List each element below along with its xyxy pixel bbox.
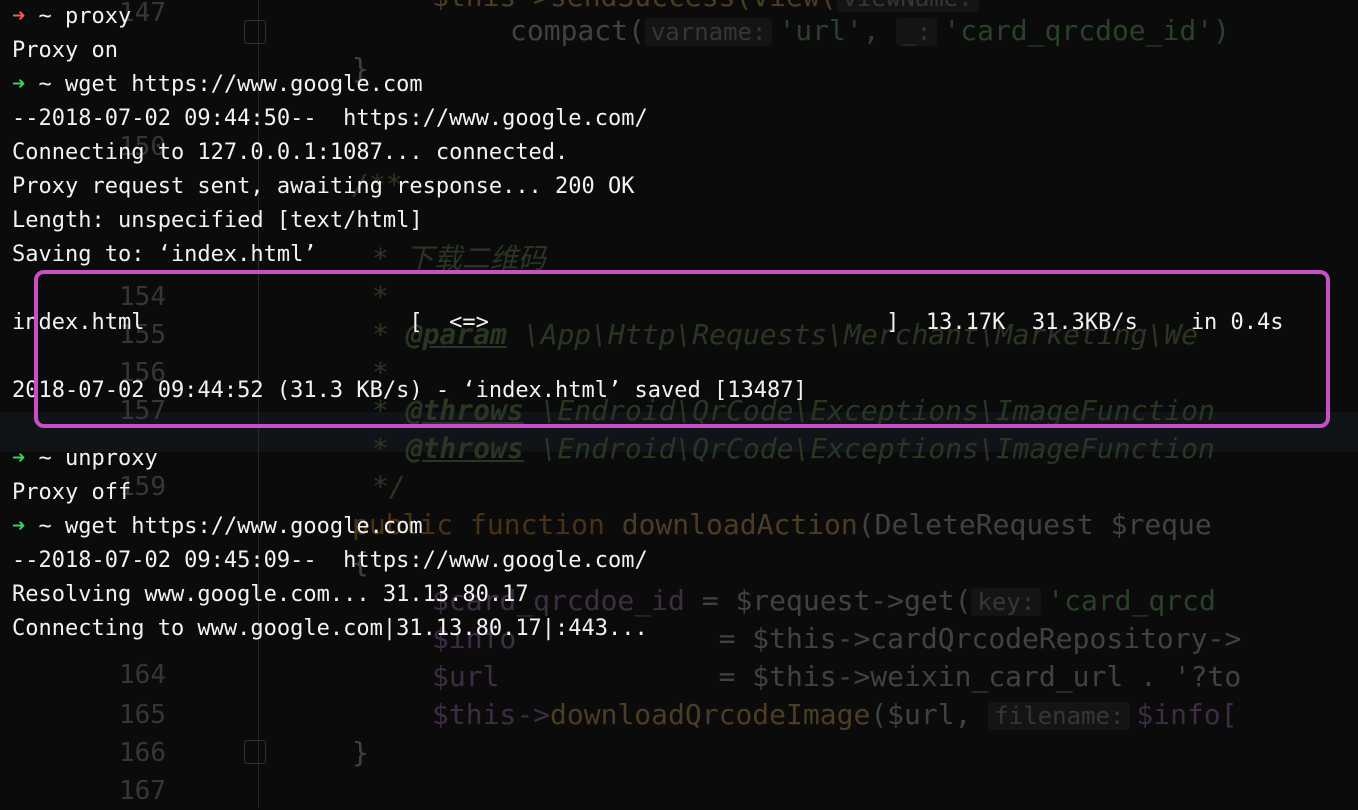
output-line: Connecting to www.google.com|31.13.80.17… bbox=[12, 616, 648, 641]
output-line: --2018-07-02 09:45:09-- https://www.goog… bbox=[12, 548, 648, 573]
output-line: Saving to: ‘index.html’ bbox=[12, 242, 317, 267]
prompt-arrow-icon: ➜ bbox=[12, 4, 26, 29]
prompt-line: ➜ ~ wget https://www.google.com bbox=[12, 514, 423, 539]
output-line: Length: unspecified [text/html] bbox=[12, 208, 423, 233]
output-line: Connecting to 127.0.0.1:1087... connecte… bbox=[12, 140, 569, 165]
prompt-line: ➜ ~ unproxy bbox=[12, 446, 158, 471]
output-line: Resolving www.google.com... 31.13.80.17 bbox=[12, 582, 529, 607]
output-line: Proxy off bbox=[12, 480, 132, 505]
prompt-arrow-icon: ➜ bbox=[12, 72, 26, 97]
prompt-line: ➜ ~ proxy bbox=[12, 4, 132, 29]
prompt-line: ➜ ~ wget https://www.google.com bbox=[12, 72, 423, 97]
prompt-arrow-icon: ➜ bbox=[12, 514, 26, 539]
prompt-arrow-icon: ➜ bbox=[12, 446, 26, 471]
annotation-highlight-box bbox=[34, 270, 1330, 428]
output-line: Proxy on bbox=[12, 38, 118, 63]
terminal-output[interactable]: ➜ ~ proxy Proxy on ➜ ~ wget https://www.… bbox=[0, 0, 1358, 808]
output-line: --2018-07-02 09:44:50-- https://www.goog… bbox=[12, 106, 648, 131]
output-line: Proxy request sent, awaiting response...… bbox=[12, 174, 635, 199]
